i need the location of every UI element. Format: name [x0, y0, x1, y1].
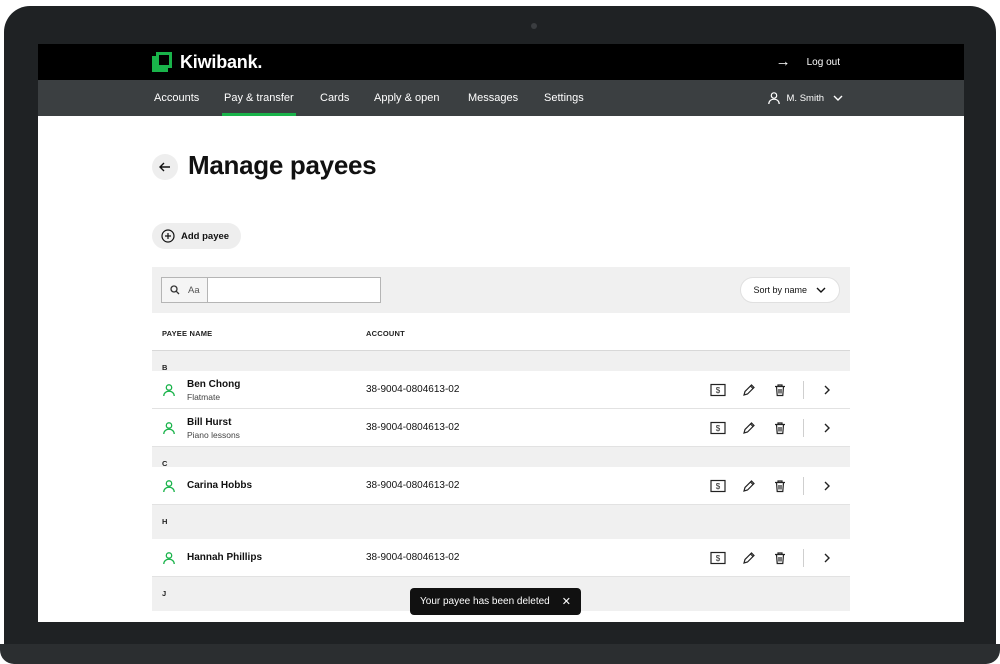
- camera-dot: [531, 23, 537, 29]
- chevron-right-icon[interactable]: [818, 381, 836, 399]
- payee-row[interactable]: Hannah Phillips 38-9004-0804613-02 $: [152, 539, 850, 577]
- toast-notification: Your payee has been deleted ✕: [410, 588, 581, 615]
- add-payee-label: Add payee: [181, 230, 230, 242]
- group-header-row: H: [152, 505, 850, 539]
- payee-name: Carina Hobbs: [187, 480, 253, 491]
- search-prefix: Aa: [162, 278, 208, 302]
- payee-list-panel: Aa Sort by name PAYEE NAME ACCOUNT B Ben …: [152, 267, 850, 611]
- user-icon: [767, 92, 780, 105]
- nav-messages[interactable]: Messages: [468, 80, 518, 116]
- top-bar: Kiwibank. → Log out: [38, 44, 964, 80]
- chevron-right-icon[interactable]: [818, 549, 836, 567]
- search-bar: Aa Sort by name: [152, 267, 850, 313]
- payee-account: 38-9004-0804613-02: [366, 384, 460, 395]
- close-icon[interactable]: ✕: [562, 595, 571, 608]
- payee-description: Flatmate: [187, 392, 221, 402]
- delete-trash-icon[interactable]: [771, 477, 789, 495]
- search-prefix-label: Aa: [188, 284, 200, 296]
- pay-dollar-icon[interactable]: $: [709, 381, 727, 399]
- action-divider: [803, 549, 804, 567]
- group-header-row: B: [152, 351, 850, 372]
- back-button[interactable]: [152, 154, 178, 180]
- app-screen: Kiwibank. → Log out Accounts Pay & trans…: [38, 44, 964, 622]
- payee-name: Ben Chong: [187, 379, 241, 390]
- pay-dollar-icon[interactable]: $: [709, 419, 727, 437]
- plus-circle-icon: [161, 229, 175, 243]
- kiwibank-logo-icon: [152, 52, 172, 72]
- action-divider: [803, 477, 804, 495]
- payee-row[interactable]: Carina Hobbs 38-9004-0804613-02 $: [152, 467, 850, 505]
- svg-text:$: $: [716, 386, 721, 395]
- search-icon: [170, 285, 180, 295]
- delete-trash-icon[interactable]: [771, 549, 789, 567]
- pay-dollar-icon[interactable]: $: [709, 549, 727, 567]
- main-nav: Accounts Pay & transfer Cards Apply & op…: [38, 80, 964, 116]
- arrow-right-icon: →: [775, 53, 791, 70]
- logout-label: Log out: [806, 56, 840, 68]
- group-header-row: C: [152, 447, 850, 468]
- pay-dollar-icon[interactable]: $: [709, 477, 727, 495]
- sort-label: Sort by name: [753, 285, 807, 295]
- chevron-down-icon: [816, 287, 826, 293]
- add-payee-button[interactable]: Add payee: [152, 223, 242, 249]
- edit-pencil-icon[interactable]: [740, 381, 758, 399]
- payee-account: 38-9004-0804613-02: [366, 422, 460, 433]
- edit-pencil-icon[interactable]: [740, 549, 758, 567]
- payee-name: Bill Hurst: [187, 417, 232, 428]
- svg-text:$: $: [716, 424, 721, 433]
- group-letter: H: [162, 517, 168, 526]
- column-header-row: PAYEE NAME ACCOUNT: [152, 313, 850, 351]
- column-header-payee-name: PAYEE NAME: [162, 329, 213, 338]
- payee-user-icon: [162, 551, 176, 565]
- nav-accounts[interactable]: Accounts: [154, 80, 199, 116]
- nav-cards[interactable]: Cards: [320, 80, 349, 116]
- payee-user-icon: [162, 421, 176, 435]
- svg-text:$: $: [716, 554, 721, 563]
- nav-settings[interactable]: Settings: [544, 80, 584, 116]
- user-menu[interactable]: M. Smith: [767, 80, 844, 116]
- search-box: Aa: [161, 277, 381, 303]
- action-divider: [803, 381, 804, 399]
- delete-trash-icon[interactable]: [771, 381, 789, 399]
- payee-user-icon: [162, 479, 176, 493]
- column-header-account: ACCOUNT: [366, 329, 405, 338]
- nav-apply-open[interactable]: Apply & open: [374, 80, 439, 116]
- payee-name: Hannah Phillips: [187, 552, 263, 563]
- laptop-base: [0, 644, 1000, 664]
- payee-rows: B Ben Chong Flatmate 38-9004-0804613-02 $ Bil…: [152, 351, 850, 611]
- payee-description: Piano lessons: [187, 430, 240, 440]
- payee-user-icon: [162, 383, 176, 397]
- sort-dropdown[interactable]: Sort by name: [740, 277, 840, 303]
- action-divider: [803, 419, 804, 437]
- kiwibank-logo[interactable]: Kiwibank.: [152, 52, 262, 72]
- brand-name: Kiwibank.: [180, 51, 263, 72]
- toast-message: Your payee has been deleted: [420, 596, 550, 607]
- edit-pencil-icon[interactable]: [740, 419, 758, 437]
- payee-account: 38-9004-0804613-02: [366, 480, 460, 491]
- payee-row[interactable]: Ben Chong Flatmate 38-9004-0804613-02 $: [152, 371, 850, 409]
- chevron-right-icon[interactable]: [818, 419, 836, 437]
- svg-text:$: $: [716, 482, 721, 491]
- arrow-left-icon: [159, 162, 170, 172]
- chevron-down-icon: [833, 95, 843, 101]
- page-title: Manage payees: [188, 150, 377, 180]
- delete-trash-icon[interactable]: [771, 419, 789, 437]
- payee-account: 38-9004-0804613-02: [366, 552, 460, 563]
- edit-pencil-icon[interactable]: [740, 477, 758, 495]
- user-name: M. Smith: [786, 92, 824, 104]
- search-input[interactable]: [208, 278, 380, 302]
- chevron-right-icon[interactable]: [818, 477, 836, 495]
- logout-button[interactable]: → Log out: [776, 53, 840, 71]
- nav-pay-transfer[interactable]: Pay & transfer: [222, 80, 296, 116]
- group-letter: J: [162, 589, 167, 598]
- payee-row[interactable]: Bill Hurst Piano lessons 38-9004-0804613-0…: [152, 409, 850, 447]
